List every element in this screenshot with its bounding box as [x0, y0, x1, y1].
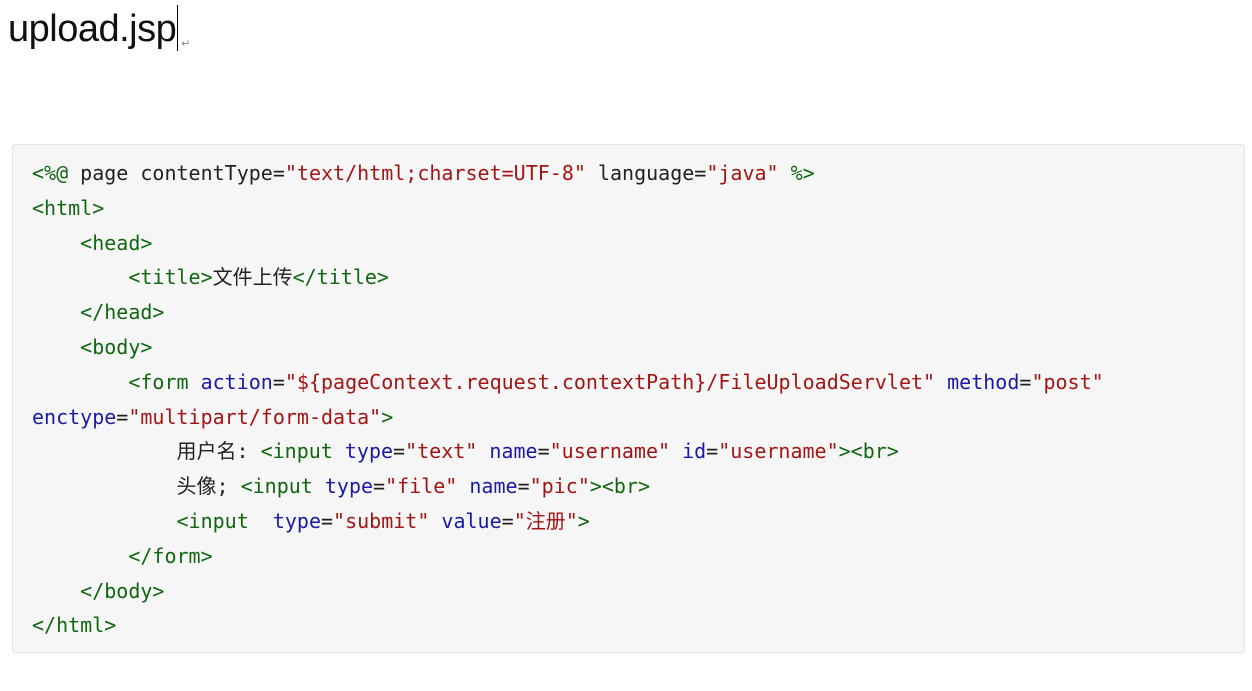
code-lines: <%@ page contentType="text/html;charset=…: [32, 156, 1104, 643]
code-token-attr: type: [324, 474, 374, 499]
code-token-attr: method: [947, 369, 1020, 394]
code-token-str: "pic": [529, 474, 590, 499]
code-token-attr: action: [200, 369, 273, 394]
text-cursor: [177, 5, 179, 51]
code-token-tag: <title>: [128, 265, 213, 290]
code-token-tag: <%@: [32, 161, 81, 185]
code-token-tag: </form>: [128, 543, 213, 568]
code-token-punc: =: [393, 439, 406, 464]
code-line: enctype="multipart/form-data">: [32, 400, 1104, 435]
code-token-tag: ><br>: [589, 474, 651, 499]
code-token-str: "注册": [513, 508, 578, 533]
code-token-punc: =: [537, 439, 550, 464]
code-token-str: "text/html;charset=UTF-8": [284, 161, 586, 185]
code-token-tag: <form: [128, 369, 201, 394]
code-token-str: "username": [718, 439, 839, 464]
code-token-tag: <head>: [80, 230, 153, 255]
code-line: </body>: [32, 574, 1104, 609]
code-token-attr: type: [272, 508, 321, 533]
code-token-str: "file": [385, 474, 458, 499]
code-token-punc: =: [1019, 369, 1032, 394]
code-token-attr: id: [682, 439, 707, 464]
code-line: </head>: [32, 295, 1104, 330]
code-line: <head>: [32, 226, 1104, 261]
code-token-punc: =: [706, 439, 719, 464]
code-token-text: language: [585, 161, 695, 185]
code-token-text: page contentType: [80, 161, 273, 185]
code-token-attr: name: [489, 439, 538, 464]
code-line: </form>: [32, 539, 1104, 574]
code-line: <input type="submit" value="注册">: [32, 504, 1104, 539]
code-token-punc: =: [694, 161, 707, 185]
code-token-tag: </body>: [80, 578, 165, 603]
code-token-text: 用户名:: [32, 439, 261, 464]
code-token-str: "${pageContext.request.contextPath}/File…: [284, 369, 936, 394]
code-token-tag: >: [577, 508, 590, 533]
code-token-attr: name: [469, 474, 518, 499]
code-token-punc: =: [517, 474, 530, 499]
code-token-str: "post": [1031, 369, 1104, 394]
code-token-text: 头像;: [32, 474, 241, 499]
code-token-attr: enctype: [32, 404, 117, 429]
code-token-tag: </html>: [32, 613, 117, 638]
code-token-punc: =: [272, 161, 285, 185]
code-token-tag: <html>: [32, 195, 105, 220]
code-token-punc: =: [116, 404, 129, 429]
code-token-str: "submit": [333, 508, 430, 533]
code-line: <%@ page contentType="text/html;charset=…: [32, 156, 1104, 191]
document-heading[interactable]: upload.jsp ↵: [8, 4, 190, 69]
code-line: <html>: [32, 191, 1104, 226]
code-block[interactable]: <%@ page contentType="text/html;charset=…: [12, 144, 1245, 653]
code-token-attr: value: [441, 508, 502, 533]
code-token-str: "username": [549, 439, 671, 464]
code-token-text: 文件上传: [212, 265, 293, 290]
code-token-tag: %>: [790, 161, 815, 185]
code-token-str: "text": [405, 439, 478, 464]
code-token-punc: =: [272, 369, 285, 394]
code-token-attr: type: [344, 439, 394, 464]
code-line: <form action="${pageContext.request.cont…: [32, 365, 1104, 400]
heading-text: upload.jsp: [8, 8, 177, 50]
code-token-tag: <input: [260, 439, 345, 464]
code-token-str: "java": [706, 161, 779, 185]
code-line: </html>: [32, 608, 1104, 643]
code-token-tag: <body>: [80, 334, 153, 359]
code-line: 头像; <input type="file" name="pic"><br>: [32, 469, 1104, 504]
code-line: <body>: [32, 330, 1104, 365]
paragraph-mark-icon: ↵: [181, 38, 190, 50]
code-token-tag: ><br>: [838, 439, 899, 464]
code-token-tag: <input: [176, 508, 273, 533]
code-token-tag: >: [381, 404, 394, 429]
code-token-punc: =: [373, 474, 386, 499]
code-token-tag: <input: [240, 474, 325, 499]
code-token-str: "multipart/form-data": [128, 404, 382, 429]
code-line: <title>文件上传</title>: [32, 260, 1104, 295]
code-token-tag: </title>: [292, 265, 389, 290]
code-token-punc: =: [501, 508, 514, 533]
code-token-punc: =: [321, 508, 334, 533]
code-token-tag: </head>: [80, 300, 165, 325]
code-line: 用户名: <input type="text" name="username" …: [32, 434, 1104, 469]
